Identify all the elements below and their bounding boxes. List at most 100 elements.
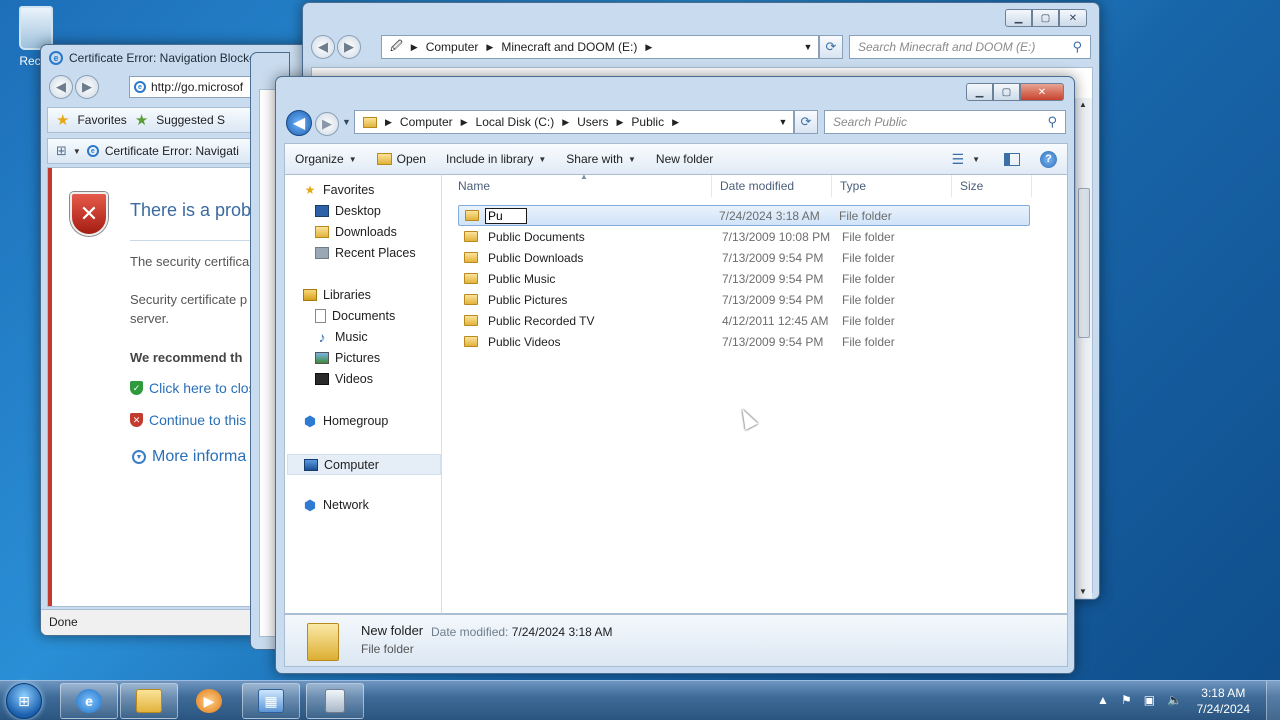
nav-libraries[interactable]: Libraries xyxy=(303,288,371,302)
action-center-flag-icon[interactable]: ⚑ xyxy=(1121,693,1132,707)
error-paragraph-2b: server. xyxy=(130,311,170,326)
explorer-window[interactable]: ▁ ▢ ✕ ◀ ▶ ▼ ▶ Computer ▶ Local Disk (C:)… xyxy=(275,76,1075,674)
close-page-link-text[interactable]: Click here to clos xyxy=(149,380,256,396)
breadcrumb-public[interactable]: Public xyxy=(631,115,664,129)
ie-tab[interactable]: Certificate Error: Navigati xyxy=(105,144,239,158)
nav-music[interactable]: ♪ Music xyxy=(315,329,368,345)
nav-favorites[interactable]: ★ Favorites xyxy=(303,183,375,197)
back-refresh-button[interactable]: ⟳ xyxy=(819,35,843,59)
address-dropdown-icon[interactable]: ▼ xyxy=(773,117,793,127)
minimize-button[interactable]: ▁ xyxy=(1005,9,1032,27)
preview-pane-icon[interactable] xyxy=(1004,152,1020,166)
search-icon[interactable]: ⚲ xyxy=(1047,114,1057,130)
network-tray-icon[interactable]: ▣ xyxy=(1144,693,1155,707)
vertical-scrollbar[interactable]: ▲ ▼ xyxy=(1075,98,1092,598)
taskbar-ie[interactable]: e xyxy=(60,683,118,719)
back-button[interactable]: ◀ xyxy=(286,110,312,136)
close-button[interactable]: ✕ xyxy=(1020,83,1064,101)
back-address-bar[interactable]: 🖉 ▶ Computer ▶ Minecraft and DOOM (E:) ▶… xyxy=(381,35,819,59)
show-hidden-icons[interactable]: ▲ xyxy=(1097,693,1109,707)
organize-button[interactable]: Organize ▼ xyxy=(285,144,367,174)
nav-videos[interactable]: Videos xyxy=(315,372,373,386)
rename-input[interactable]: Pu xyxy=(485,207,527,224)
file-row[interactable]: Public Downloads 7/13/2009 9:54 PM File … xyxy=(458,247,1030,268)
close-page-link[interactable]: ✓ Click here to clos xyxy=(130,380,256,396)
back-search-box[interactable]: Search Minecraft and DOOM (E:) ⚲ xyxy=(849,35,1091,59)
recent-pages-icon[interactable]: ▼ xyxy=(342,117,351,127)
refresh-button[interactable]: ⟳ xyxy=(794,110,818,134)
column-size[interactable]: Size xyxy=(952,175,1032,197)
continue-link-text[interactable]: Continue to this xyxy=(149,412,246,428)
taskbar-explorer[interactable] xyxy=(120,683,178,719)
large-folder-icon xyxy=(307,623,339,661)
share-with-button[interactable]: Share with ▼ xyxy=(556,144,646,174)
nav-favorites-label: Favorites xyxy=(323,183,375,197)
file-row-new-folder[interactable]: Pu 7/24/2024 3:18 AM File folder xyxy=(458,205,1030,226)
breadcrumb-drive[interactable]: Minecraft and DOOM (E:) xyxy=(501,40,637,54)
nav-downloads[interactable]: Downloads xyxy=(315,225,397,239)
back-nav-buttons: ◀ ▶ xyxy=(311,35,361,59)
folder-icon xyxy=(464,231,478,242)
ie-forward-button[interactable]: ▶ xyxy=(75,75,99,99)
back-window-forward-button[interactable]: ▶ xyxy=(337,35,361,59)
include-in-library-button[interactable]: Include in library ▼ xyxy=(436,144,556,174)
file-row[interactable]: Public Music 7/13/2009 9:54 PM File fold… xyxy=(458,268,1030,289)
address-dropdown-icon[interactable]: ▼ xyxy=(798,42,818,52)
nav-computer[interactable]: Computer xyxy=(287,454,441,475)
error-paragraph-1: The security certifica xyxy=(130,254,250,269)
ie-back-button[interactable]: ◀ xyxy=(49,75,73,99)
quick-tabs-icon[interactable]: ⊞ xyxy=(56,143,67,159)
maximize-button[interactable]: ▢ xyxy=(1032,9,1059,27)
views-dropdown-icon[interactable]: ▼ xyxy=(972,155,980,164)
forward-button[interactable]: ▶ xyxy=(315,112,339,136)
views-icon[interactable]: ☰ xyxy=(952,151,965,168)
tab-list-icon[interactable]: ▼ xyxy=(73,147,81,156)
nav-homegroup[interactable]: ⬢ Homegroup xyxy=(303,413,388,429)
column-name[interactable]: ▲ Name xyxy=(450,172,712,197)
search-box[interactable]: Search Public ⚲ xyxy=(824,110,1066,134)
scroll-down-icon[interactable]: ▼ xyxy=(1079,587,1087,596)
column-type[interactable]: Type xyxy=(832,175,952,197)
breadcrumb-local-disk[interactable]: Local Disk (C:) xyxy=(476,115,555,129)
continue-link[interactable]: ✕ Continue to this xyxy=(130,412,246,428)
show-desktop-button[interactable] xyxy=(1266,681,1280,720)
new-folder-button[interactable]: New folder xyxy=(646,144,723,174)
scroll-up-icon[interactable]: ▲ xyxy=(1079,100,1087,109)
more-info-link[interactable]: ▼ More informa xyxy=(132,448,246,466)
minimize-button[interactable]: ▁ xyxy=(966,83,993,101)
more-info-text[interactable]: More informa xyxy=(152,448,246,466)
address-bar[interactable]: ▶ Computer ▶ Local Disk (C:) ▶ Users ▶ P… xyxy=(354,110,794,134)
volume-muted-icon[interactable]: 🔈 xyxy=(1167,693,1182,707)
open-button[interactable]: Open xyxy=(367,144,436,174)
clock[interactable]: 3:18 AM 7/24/2024 xyxy=(1197,685,1250,717)
nav-recent-places[interactable]: Recent Places xyxy=(315,246,416,260)
file-list: ▲ Name Date modified Type Size Pu 7/24/2… xyxy=(442,172,1068,614)
breadcrumb-computer[interactable]: Computer xyxy=(426,40,479,54)
close-button[interactable]: ✕ xyxy=(1059,9,1087,27)
back-window-back-button[interactable]: ◀ xyxy=(311,35,335,59)
column-date-modified[interactable]: Date modified xyxy=(712,175,832,197)
file-row[interactable]: Public Videos 7/13/2009 9:54 PM File fol… xyxy=(458,331,1030,352)
file-row[interactable]: Public Pictures 7/13/2009 9:54 PM File f… xyxy=(458,289,1030,310)
taskbar-recycle[interactable] xyxy=(306,683,364,719)
scroll-thumb[interactable] xyxy=(1078,188,1090,338)
file-row[interactable]: Public Recorded TV 4/12/2011 12:45 AM Fi… xyxy=(458,310,1030,331)
add-favorite-icon[interactable]: ★ xyxy=(135,111,148,129)
favorites-star-icon: ★ xyxy=(56,112,70,129)
taskbar-control-panel[interactable]: ▦ xyxy=(242,683,300,719)
breadcrumb-users[interactable]: Users xyxy=(577,115,608,129)
help-icon[interactable]: ? xyxy=(1040,150,1057,168)
taskbar-media-player[interactable]: ▶ xyxy=(180,683,238,719)
breadcrumb-computer[interactable]: Computer xyxy=(400,115,453,129)
nav-music-label: Music xyxy=(335,330,368,344)
ie-suggested-sites[interactable]: Suggested S xyxy=(156,113,225,127)
ie-favorites-button[interactable]: Favorites xyxy=(77,113,126,127)
nav-network[interactable]: ⬢ Network xyxy=(303,497,369,513)
nav-desktop[interactable]: Desktop xyxy=(315,204,381,218)
search-icon[interactable]: ⚲ xyxy=(1072,39,1082,55)
maximize-button[interactable]: ▢ xyxy=(993,83,1020,101)
file-row[interactable]: Public Documents 7/13/2009 10:08 PM File… xyxy=(458,226,1030,247)
nav-documents[interactable]: Documents xyxy=(315,309,395,323)
nav-pictures[interactable]: Pictures xyxy=(315,351,380,365)
start-button[interactable]: ⊞ xyxy=(6,683,42,719)
